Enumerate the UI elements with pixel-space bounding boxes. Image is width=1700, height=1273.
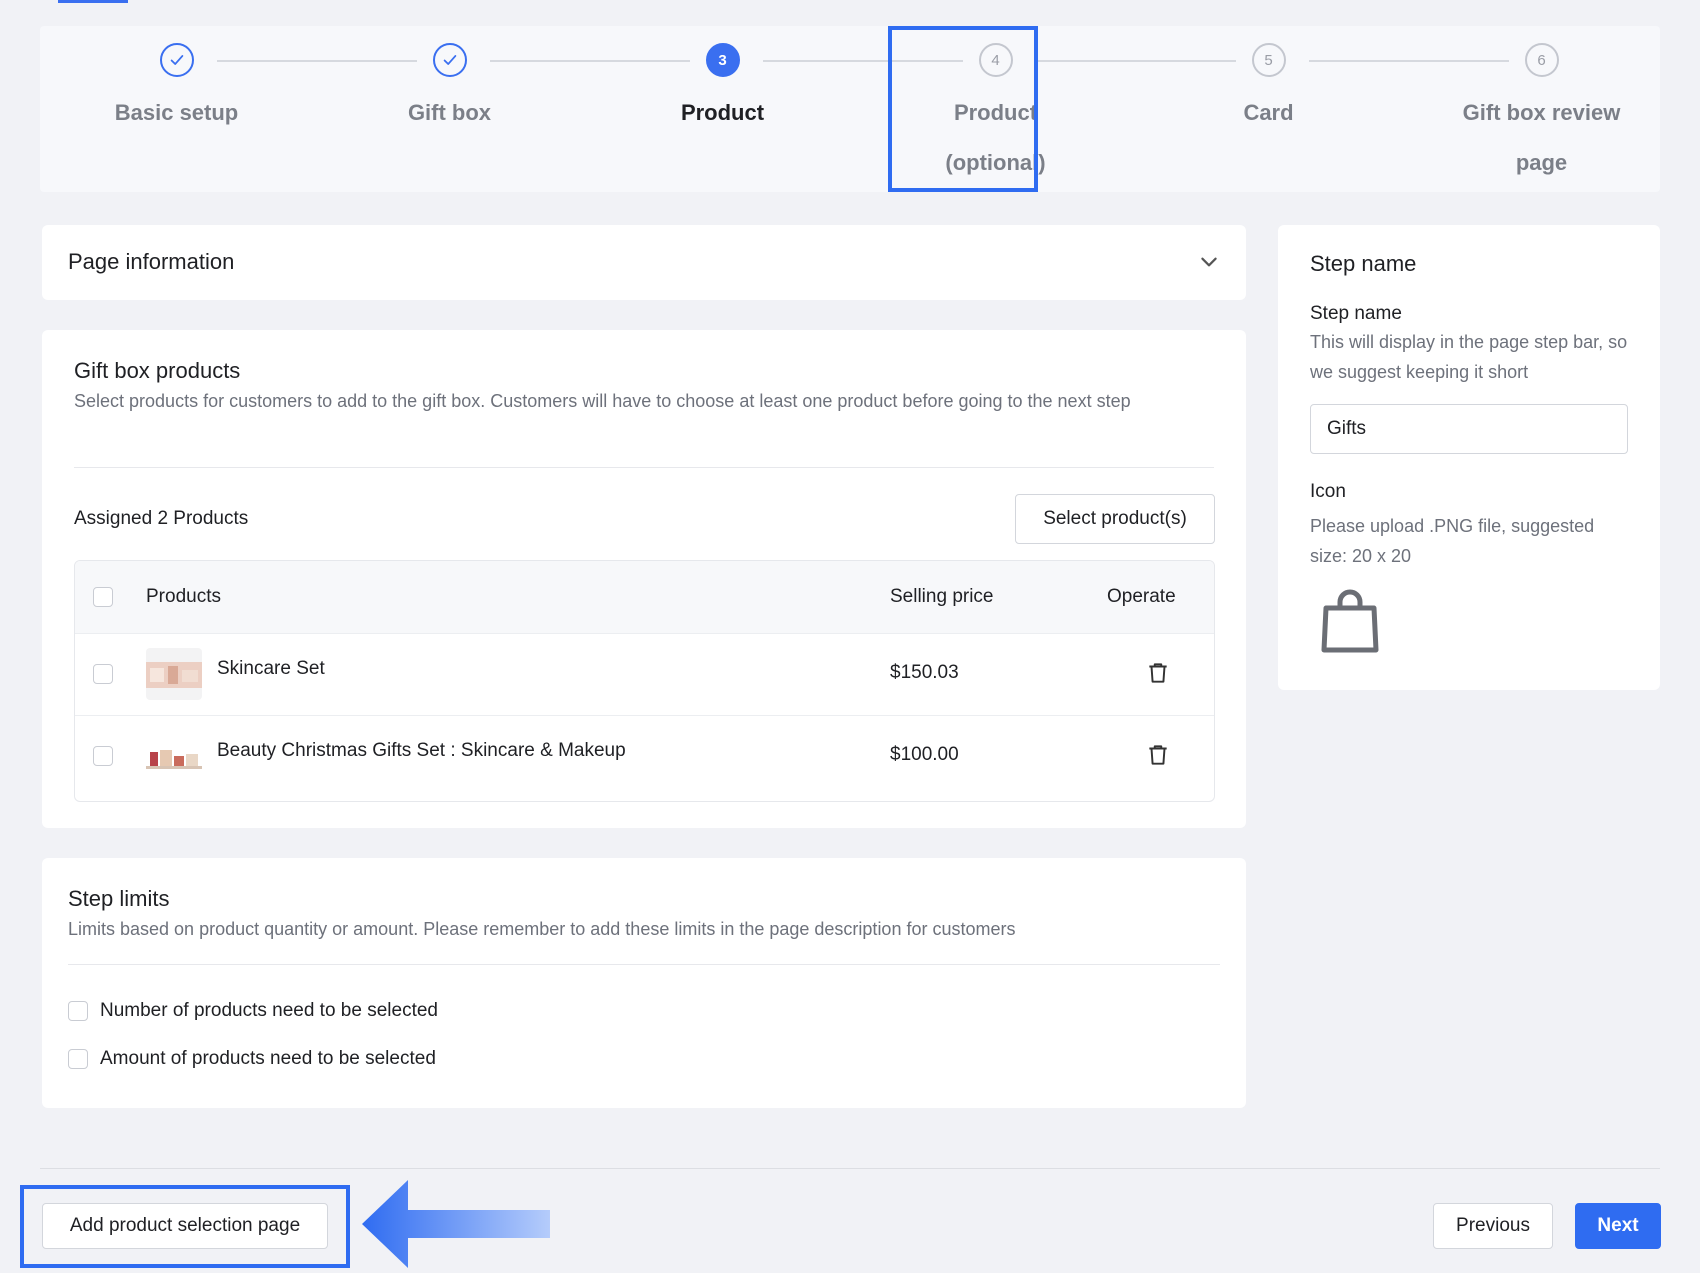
step-number: 5 (1251, 43, 1286, 77)
products-table: Products Selling price Operate Skincare … (74, 560, 1215, 802)
limit-option-number[interactable]: Number of products need to be selected (68, 1000, 438, 1022)
limit-option-amount[interactable]: Amount of products need to be selected (68, 1048, 436, 1070)
step-name-sidebar: Step name Step name This will display in… (1278, 225, 1660, 690)
product-price: $150.03 (890, 662, 959, 683)
table-row: Skincare Set $150.03 (75, 633, 1214, 715)
select-products-button[interactable]: Select product(s) (1015, 494, 1215, 544)
step-card[interactable]: 5 Card (1132, 26, 1405, 192)
highlight-step-4 (888, 26, 1038, 192)
step-limits-title: Step limits (68, 886, 170, 911)
step-number: 6 (1524, 43, 1559, 77)
step-label: Product (680, 100, 765, 125)
step-basic-setup[interactable]: Basic setup (40, 26, 313, 192)
column-selling-price: Selling price (890, 586, 994, 607)
footer-divider (40, 1168, 1660, 1169)
page-information-card[interactable]: Page information (42, 225, 1246, 300)
step-label: Gift box (407, 100, 492, 125)
divider (74, 467, 1214, 468)
limit-amount-checkbox[interactable] (68, 1049, 88, 1069)
limit-option-label: Number of products need to be selected (100, 1000, 438, 1021)
product-thumbnail (146, 730, 202, 782)
product-price: $100.00 (890, 744, 959, 765)
gift-box-products-title: Gift box products (74, 358, 241, 383)
next-button[interactable]: Next (1575, 1203, 1661, 1249)
step-number: 3 (705, 43, 740, 77)
shopping-bag-icon[interactable] (1320, 588, 1380, 656)
divider (68, 964, 1220, 965)
trash-icon[interactable] (1145, 660, 1171, 691)
sidebar-title: Step name (1310, 251, 1417, 276)
gift-box-products-card: Gift box products Select products for cu… (42, 330, 1246, 828)
top-tab-indicator (58, 0, 128, 3)
step-label: Basic setup (114, 100, 239, 125)
limit-option-label: Amount of products need to be selected (100, 1048, 436, 1069)
step-limits-card: Step limits Limits based on product quan… (42, 858, 1246, 1108)
step-name-label: Step name (1310, 303, 1402, 324)
icon-label: Icon (1310, 481, 1346, 502)
step-label: Card (1243, 100, 1294, 125)
step-label-line2: page (1515, 150, 1568, 175)
page-information-title: Page information (68, 249, 235, 274)
trash-icon[interactable] (1145, 742, 1171, 773)
table-header: Products Selling price Operate (75, 561, 1214, 633)
product-name[interactable]: Skincare Set (217, 658, 325, 680)
step-gift-box-review[interactable]: 6 Gift box review page (1405, 26, 1678, 192)
steps-bar: Basic setup Gift box 3 Product 4 Product… (40, 26, 1660, 192)
row-checkbox[interactable] (93, 664, 113, 684)
check-icon (159, 43, 194, 77)
step-name-help: This will display in the page step bar, … (1310, 332, 1628, 382)
limit-number-checkbox[interactable] (68, 1001, 88, 1021)
step-label-line1: Gift box review (1462, 100, 1621, 125)
step-name-input[interactable] (1310, 404, 1628, 454)
chevron-down-icon[interactable] (1198, 251, 1220, 273)
table-row: Beauty Christmas Gifts Set : Skincare & … (75, 715, 1214, 797)
highlight-add-page (20, 1185, 350, 1268)
product-name[interactable]: Beauty Christmas Gifts Set : Skincare & … (217, 740, 626, 762)
step-gift-box[interactable]: Gift box (313, 26, 586, 192)
check-icon (432, 43, 467, 77)
product-thumbnail (146, 648, 202, 700)
column-operate: Operate (1107, 586, 1176, 607)
previous-button[interactable]: Previous (1433, 1203, 1553, 1249)
column-products: Products (146, 586, 221, 607)
step-product[interactable]: 3 Product (586, 26, 859, 192)
assigned-products-count: Assigned 2 Products (74, 508, 249, 529)
row-checkbox[interactable] (93, 746, 113, 766)
arrow-pointer-icon (362, 1180, 550, 1268)
gift-box-products-description: Select products for customers to add to … (74, 391, 1131, 411)
select-all-checkbox[interactable] (93, 587, 113, 607)
icon-help: Please upload .PNG file, suggested size:… (1310, 516, 1595, 566)
step-limits-description: Limits based on product quantity or amou… (68, 919, 1016, 939)
